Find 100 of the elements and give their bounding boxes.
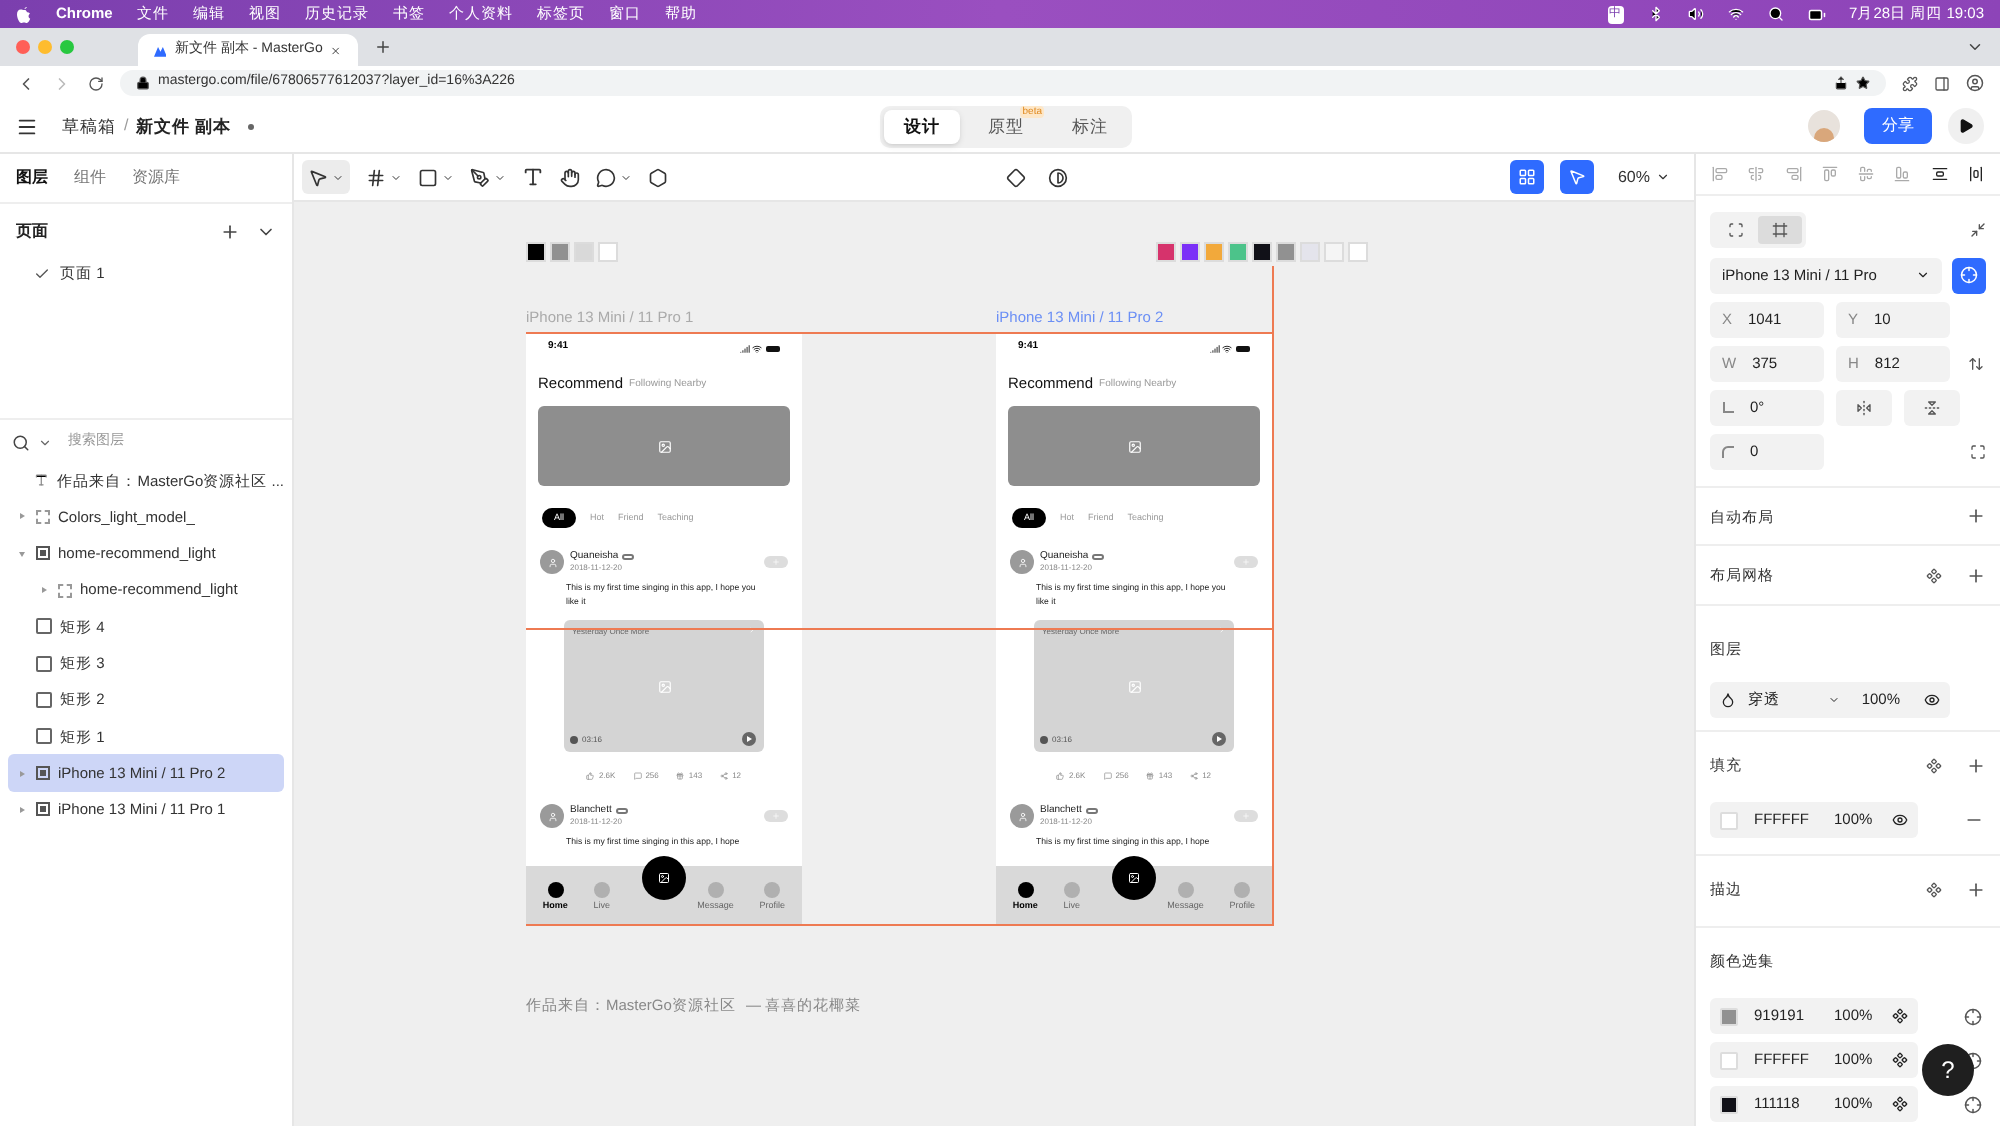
- help-button[interactable]: ?: [1922, 1044, 1974, 1096]
- user-avatar[interactable]: [1010, 804, 1034, 828]
- align-icon[interactable]: [1967, 165, 1984, 182]
- style-icon[interactable]: [1892, 1008, 1908, 1024]
- person-icon: [547, 811, 557, 821]
- component-diamond-icon[interactable]: [1006, 167, 1026, 187]
- color-swatch[interactable]: [598, 242, 618, 262]
- mode-tab[interactable]: 标注: [1052, 110, 1128, 144]
- collapse-icon[interactable]: [1970, 221, 1986, 238]
- side-panel-icon[interactable]: [1934, 75, 1950, 91]
- visibility-icon[interactable]: [1924, 692, 1940, 708]
- panel-tab[interactable]: 组件: [74, 166, 106, 190]
- align-icon[interactable]: [1931, 165, 1948, 182]
- contrast-icon[interactable]: [1048, 167, 1068, 187]
- search-icon[interactable]: [12, 433, 30, 451]
- level-badge-icon: [1085, 808, 1098, 814]
- color-swatch[interactable]: [1204, 242, 1224, 262]
- pen-tool[interactable]: [470, 167, 506, 187]
- add-icon[interactable]: [1966, 506, 1986, 527]
- play-icon[interactable]: [742, 732, 756, 746]
- style-icon[interactable]: [1926, 881, 1942, 897]
- play-icon[interactable]: [1212, 732, 1226, 746]
- reload-icon[interactable]: [88, 75, 104, 91]
- extensions-icon[interactable]: [1902, 75, 1918, 91]
- search-options-caret-icon[interactable]: [38, 435, 52, 449]
- move-tool[interactable]: [302, 160, 350, 194]
- color-chip[interactable]: [1720, 1095, 1738, 1113]
- user-avatar[interactable]: [540, 550, 564, 574]
- corner-radius-icon: [1722, 445, 1734, 458]
- expanded-caret-icon[interactable]: [18, 549, 26, 558]
- panel-tab[interactable]: 资源库: [132, 166, 180, 190]
- add-icon[interactable]: [1966, 565, 1986, 586]
- group-layer-icon: [58, 583, 72, 598]
- phone-frame[interactable]: [526, 332, 802, 924]
- phone-frame[interactable]: [996, 332, 1272, 924]
- signal-icon: [740, 343, 750, 353]
- rectangle-layer-icon: [36, 691, 52, 708]
- corner-options-icon[interactable]: [1970, 443, 1986, 460]
- color-swatch[interactable]: [1324, 242, 1344, 262]
- visibility-icon[interactable]: [1892, 812, 1908, 828]
- menu-icon[interactable]: [16, 115, 38, 137]
- file-name[interactable]: 新文件 副本: [136, 113, 232, 139]
- color-chip[interactable]: [1720, 1051, 1738, 1069]
- user-avatar[interactable]: [540, 804, 564, 828]
- add-icon[interactable]: [1966, 755, 1986, 775]
- color-swatch[interactable]: [1348, 242, 1368, 262]
- color-swatch[interactable]: [550, 242, 570, 262]
- color-swatch[interactable]: [1276, 242, 1296, 262]
- zoom-dropdown[interactable]: 60%: [1617, 165, 1670, 189]
- constrain-proportions-icon[interactable]: [1968, 355, 1984, 372]
- color-swatch[interactable]: [526, 242, 546, 262]
- add-icon[interactable]: [1966, 879, 1986, 899]
- collapsed-caret-icon[interactable]: [18, 805, 26, 814]
- select-color-icon[interactable]: [1964, 1007, 1982, 1025]
- prototype-view-button[interactable]: [1559, 160, 1594, 194]
- image-placeholder-icon: [657, 439, 671, 453]
- collapsed-caret-icon[interactable]: [18, 512, 26, 521]
- color-swatch[interactable]: [1252, 242, 1272, 262]
- text-tool-icon[interactable]: [522, 166, 544, 188]
- style-icon[interactable]: [1892, 1052, 1908, 1068]
- profile-icon[interactable]: [1966, 74, 1984, 92]
- color-swatch[interactable]: [1156, 242, 1176, 262]
- hand-tool-icon[interactable]: [560, 167, 580, 187]
- apple-icon[interactable]: [16, 5, 32, 23]
- add-page-icon[interactable]: [220, 221, 240, 241]
- layout-mode-button[interactable]: [1758, 215, 1802, 244]
- mode-tab[interactable]: 设计: [884, 110, 960, 144]
- comment-icon: [596, 167, 616, 187]
- frame-tool[interactable]: [366, 167, 402, 187]
- create-fab[interactable]: [1112, 856, 1156, 900]
- select-color-icon[interactable]: [1964, 1095, 1982, 1113]
- comment-tool[interactable]: [596, 167, 632, 187]
- play-button[interactable]: [1948, 108, 1984, 144]
- rectangle-layer-icon: [36, 728, 52, 745]
- user-avatar[interactable]: [1010, 550, 1034, 574]
- style-icon[interactable]: [1926, 757, 1942, 773]
- stat-icon[interactable]: [1146, 772, 1155, 780]
- stat-icon[interactable]: [720, 772, 729, 780]
- collapsed-caret-icon[interactable]: [40, 586, 48, 595]
- flip-vertical-button[interactable]: [1904, 389, 1960, 426]
- style-icon[interactable]: [1892, 1096, 1908, 1112]
- color-chip[interactable]: [1720, 1007, 1738, 1025]
- color-swatch[interactable]: [1180, 242, 1200, 262]
- breadcrumb-link[interactable]: 草稿箱: [62, 113, 116, 139]
- flip-horizontal-button[interactable]: [1836, 389, 1892, 426]
- panel-tab[interactable]: 图层: [16, 166, 48, 190]
- shape-tool[interactable]: [418, 167, 454, 187]
- style-icon[interactable]: [1926, 567, 1942, 584]
- color-swatch[interactable]: [1228, 242, 1248, 262]
- tab-icon: [1063, 881, 1080, 897]
- share-button[interactable]: 分享: [1864, 108, 1932, 144]
- color-chip[interactable]: [1720, 811, 1738, 829]
- fit-frame-button[interactable]: [1951, 257, 1986, 294]
- create-fab[interactable]: [642, 856, 686, 900]
- tab-list-icon[interactable]: [1966, 38, 1984, 56]
- stat-icon[interactable]: [1190, 772, 1199, 780]
- stat-icon[interactable]: [676, 772, 685, 780]
- new-tab-icon[interactable]: [374, 38, 392, 56]
- plugin-tool-icon[interactable]: [648, 167, 668, 187]
- grid-view-button[interactable]: [1509, 160, 1544, 194]
